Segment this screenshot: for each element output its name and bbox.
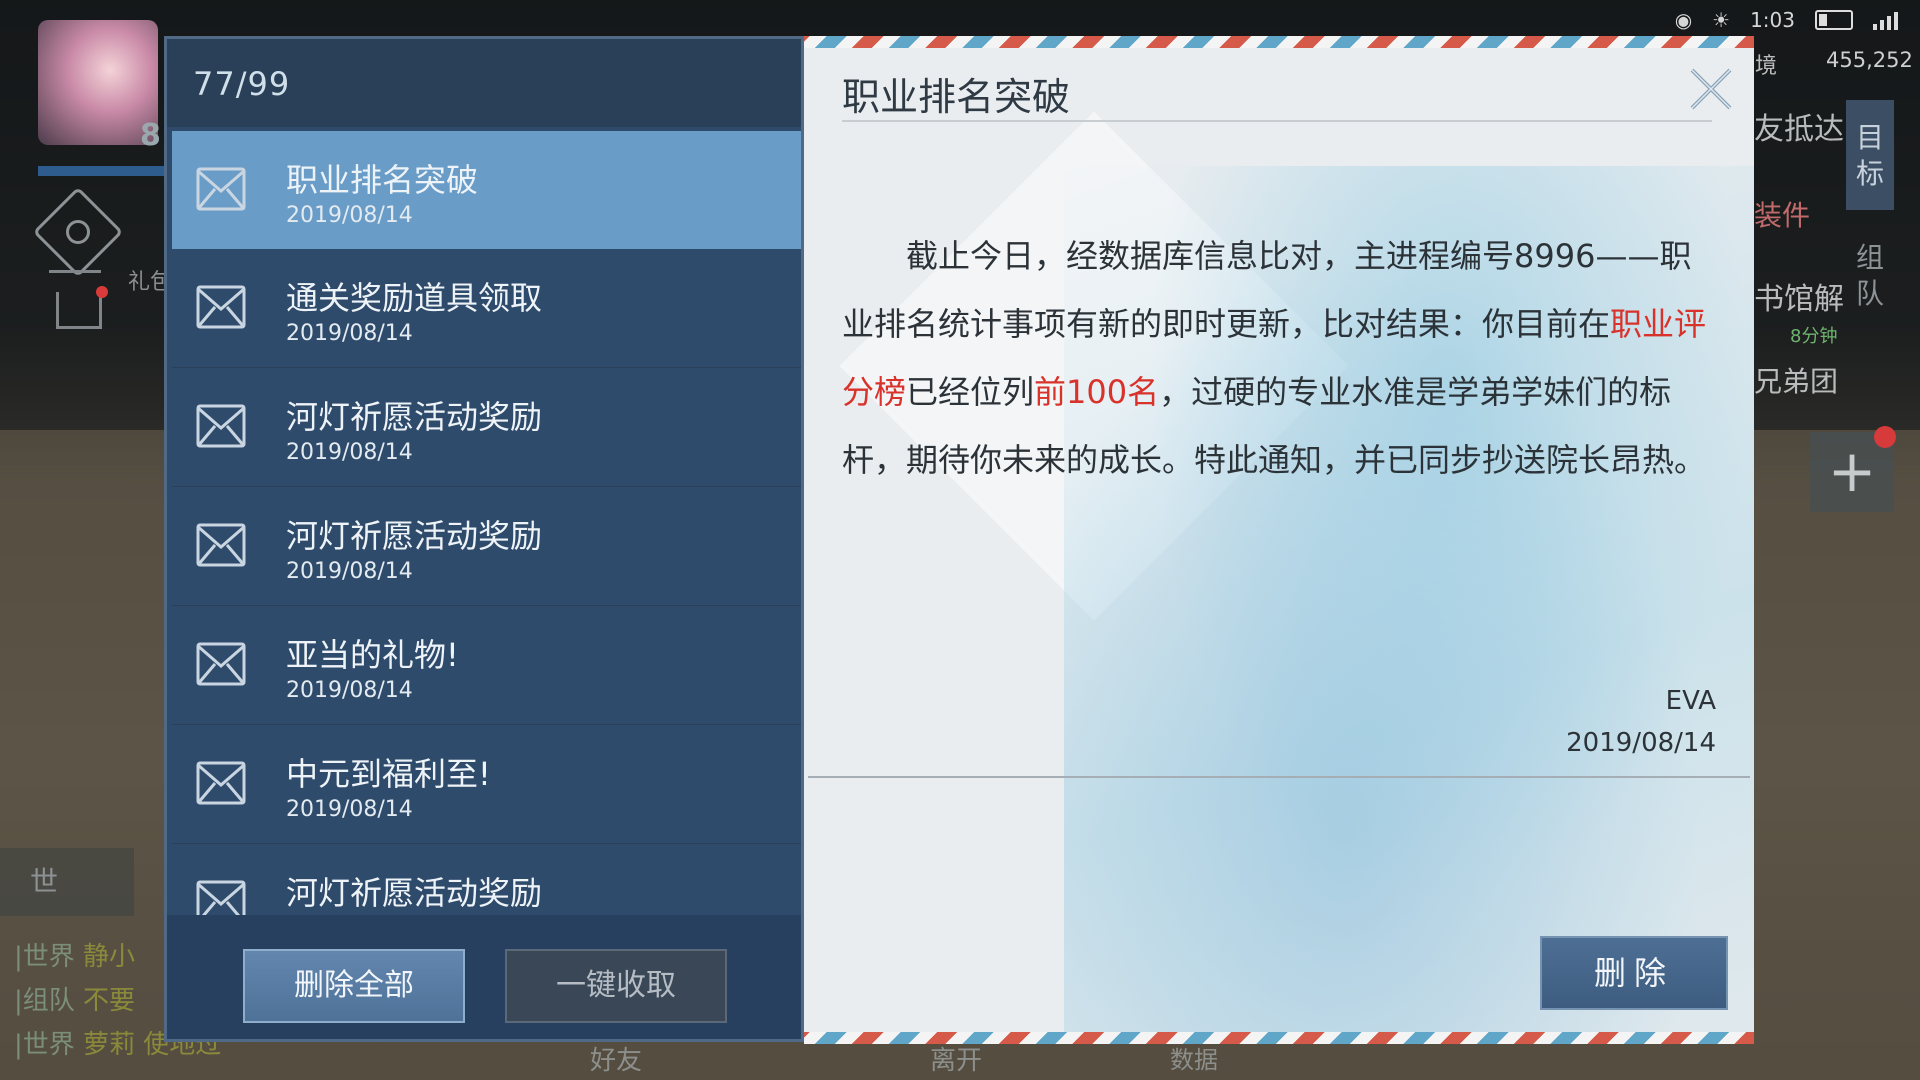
nav-data[interactable]: 数据 bbox=[1170, 1040, 1218, 1075]
mail-item-date: 2019/08/14 bbox=[286, 440, 413, 465]
mail-sender: EVA bbox=[1665, 686, 1716, 716]
add-notification-dot bbox=[1874, 426, 1896, 448]
mail-body-text: 已经位列 bbox=[906, 373, 1035, 411]
status-bar: ◉ ☀ 1:03 bbox=[1675, 8, 1898, 32]
title-divider bbox=[842, 120, 1712, 122]
mail-list-header: 77/99 bbox=[167, 39, 801, 127]
notification-dot bbox=[96, 286, 108, 298]
mail-body-text: 截止今日，经数据库信息比对，主进程编号8996——职业排名统计事项有新的即时更新… bbox=[842, 237, 1692, 343]
mail-item-title: 河灯祈愿活动奖励 bbox=[286, 517, 543, 555]
tab-goal[interactable]: 目标 bbox=[1846, 100, 1894, 210]
mail-item-title: 中元到福利至! bbox=[286, 755, 491, 793]
brightness-icon: ☀ bbox=[1712, 8, 1731, 32]
chat-line: |世界 静小 bbox=[14, 942, 136, 972]
coins-label: 境 bbox=[1755, 54, 1778, 79]
envelope-icon bbox=[196, 761, 246, 805]
mail-body: 截止今日，经数据库信息比对，主进程编号8996——职业排名统计事项有新的即时更新… bbox=[842, 222, 1722, 494]
nav-leave[interactable]: 离开 bbox=[930, 1040, 982, 1077]
envelope-icon bbox=[196, 642, 246, 686]
mail-body-highlight: 前100名 bbox=[1034, 373, 1160, 411]
chat-voice-button[interactable]: 世 bbox=[0, 848, 134, 916]
envelope-icon bbox=[196, 523, 246, 567]
experience-bar bbox=[38, 166, 168, 176]
signal-icon bbox=[1873, 10, 1898, 30]
mail-item-date: 2019/08/14 bbox=[286, 203, 413, 228]
mail-list-panel: 77/99 职业排名突破 2019/08/14 通关奖励道具领取 2019/08/14… bbox=[164, 36, 804, 1042]
mail-list-footer: 删除全部 一键收取 bbox=[167, 915, 801, 1039]
mail-item-title: 职业排名突破 bbox=[286, 161, 479, 199]
body-divider bbox=[808, 776, 1750, 778]
clock-text: 1:03 bbox=[1750, 8, 1795, 32]
mail-item[interactable]: 中元到福利至! 2019/08/14 bbox=[172, 725, 801, 844]
mail-count: 77/99 bbox=[193, 65, 291, 103]
close-icon[interactable] bbox=[1686, 64, 1736, 114]
mail-list[interactable]: 职业排名突破 2019/08/14 通关奖励道具领取 2019/08/14 河灯祈愿活动… bbox=[172, 131, 801, 949]
envelope-icon bbox=[196, 404, 246, 448]
camera-icon: ◉ bbox=[1674, 8, 1693, 32]
hud-text-parts: 装件 bbox=[1754, 199, 1811, 232]
mail-item-date: 2019/08/14 bbox=[286, 678, 413, 703]
mail-title: 职业排名突破 bbox=[842, 75, 1071, 119]
hud-text-brothers: 兄弟团 bbox=[1754, 365, 1839, 398]
mail-item[interactable]: 职业排名突破 2019/08/14 bbox=[172, 131, 801, 249]
mail-item-date: 2019/08/14 bbox=[286, 321, 413, 346]
mail-item[interactable]: 河灯祈愿活动奖励 2019/08/14 bbox=[172, 368, 801, 487]
delete-button[interactable]: 删除 bbox=[1540, 936, 1728, 1010]
mail-item-date: 2019/08/14 bbox=[286, 797, 413, 822]
mail-item-title: 通关奖励道具领取 bbox=[286, 279, 543, 317]
mail-detail-panel: 职业排名突破 截止今日，经数据库信息比对，主进程编号8996——职业排名统计事项… bbox=[804, 36, 1754, 1044]
envelope-stripe-bottom bbox=[804, 1032, 1754, 1044]
envelope-icon bbox=[196, 167, 246, 211]
envelope-icon bbox=[196, 285, 246, 329]
mail-item[interactable]: 河灯祈愿活动奖励 2019/08/14 bbox=[172, 487, 801, 606]
battery-icon bbox=[1815, 10, 1853, 30]
hud-timer: 8分钟 bbox=[1790, 326, 1838, 347]
hud-text-library: 书馆解 bbox=[1754, 282, 1844, 317]
chat-line: |组队 不要 bbox=[14, 986, 136, 1016]
collect-all-button[interactable]: 一键收取 bbox=[505, 949, 727, 1023]
home-icon[interactable] bbox=[56, 292, 102, 329]
mail-item-date: 2019/08/14 bbox=[286, 559, 413, 584]
mail-item-title: 亚当的礼物! bbox=[286, 636, 459, 674]
nav-friends[interactable]: 好友 bbox=[590, 1040, 642, 1077]
delete-all-button[interactable]: 删除全部 bbox=[243, 949, 465, 1023]
coins-value: 455,252 bbox=[1826, 48, 1913, 72]
mail-item[interactable]: 通关奖励道具领取 2019/08/14 bbox=[172, 249, 801, 368]
mail-item-title: 河灯祈愿活动奖励 bbox=[286, 398, 543, 436]
tab-team[interactable]: 组队 bbox=[1846, 220, 1894, 330]
hud-text-arrival: 友抵达 bbox=[1754, 112, 1844, 147]
mail-item-title: 河灯祈愿活动奖励 bbox=[286, 874, 543, 912]
mail-item[interactable]: 亚当的礼物! 2019/08/14 bbox=[172, 606, 801, 725]
mail-date: 2019/08/14 bbox=[1566, 728, 1716, 758]
player-level: 8 bbox=[140, 118, 161, 153]
envelope-stripe-top bbox=[804, 36, 1754, 48]
